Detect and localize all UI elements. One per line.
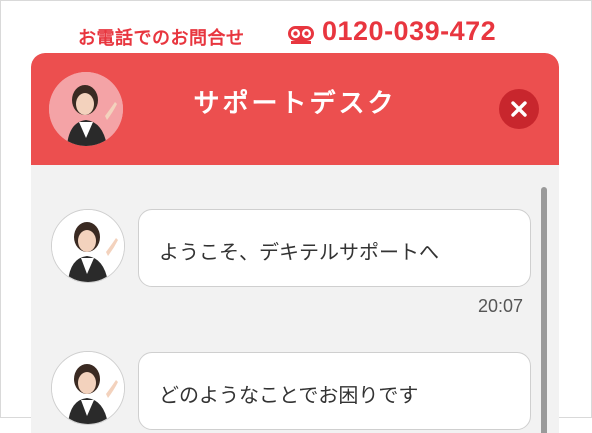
chat-messages[interactable]: ようこそ、デキテルサポートへ 20:07 どのようなことでお困りです (31, 165, 559, 433)
operator-avatar (51, 351, 125, 425)
message-bubble: どのようなことでお困りです (138, 352, 531, 430)
tel-label: お電話でのお問合せ (78, 28, 245, 49)
operator-avatar (51, 209, 125, 283)
freedial-icon (288, 26, 314, 44)
chat-scrollbar[interactable] (541, 187, 547, 433)
message-bubble: ようこそ、デキテルサポートへ (138, 209, 531, 287)
message-time: 20:07 (477, 296, 523, 316)
close-icon (511, 101, 527, 117)
chat-panel: サポートデスク ようこそ、デキテルサポートへ 20:07 どのようなことでお困り… (31, 53, 559, 433)
chat-header: サポートデスク (31, 53, 559, 165)
chat-title: サポートデスク (193, 89, 397, 119)
phone-number-link[interactable]: 0120-039-472 (322, 16, 496, 47)
close-button[interactable] (499, 89, 539, 129)
contact-bar: お電話でのお問合せ 0120-039-472 (0, 12, 592, 52)
